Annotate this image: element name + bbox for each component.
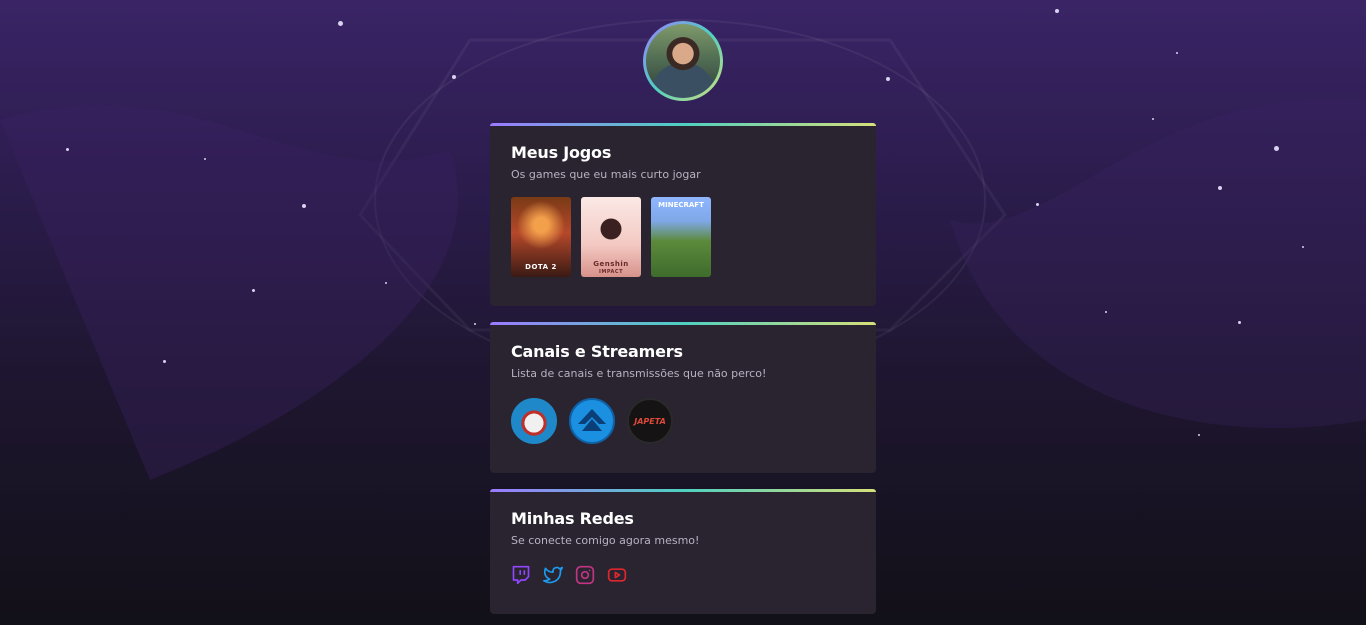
streamer-avatar-3[interactable]: JAPETA [627, 398, 673, 444]
star [1238, 321, 1241, 324]
game-dota2-cover[interactable]: DOTA 2 [511, 197, 571, 277]
star [1218, 186, 1222, 190]
star [1274, 146, 1279, 151]
star [385, 282, 387, 284]
game-genshin-cover[interactable]: Genshin IMPACT [581, 197, 641, 277]
star [1176, 52, 1178, 54]
streamers-list: JAPETA [511, 398, 855, 444]
card-title: Minhas Redes [511, 509, 634, 528]
profile-photo [646, 24, 720, 98]
game-label: DOTA 2 [525, 263, 557, 271]
star [886, 77, 890, 81]
star [1105, 311, 1107, 313]
game-minecraft-cover[interactable]: MINECRAFT [651, 197, 711, 277]
card-title: Canais e Streamers [511, 342, 683, 361]
star [474, 323, 476, 325]
game-label-sub: IMPACT [599, 269, 623, 275]
twitter-icon[interactable] [543, 565, 563, 585]
star [338, 21, 343, 26]
card-canais-streamers: Canais e Streamers Lista de canais e tra… [490, 322, 876, 473]
star [1036, 203, 1039, 206]
card-meus-jogos: Meus Jogos Os games que eu mais curto jo… [490, 123, 876, 306]
star [1302, 246, 1304, 248]
star [452, 75, 456, 79]
profile-avatar [643, 21, 723, 101]
card-subtitle: Se conecte comigo agora mesmo! [511, 534, 700, 547]
card-subtitle: Lista de canais e transmissões que não p… [511, 367, 767, 380]
star [163, 360, 166, 363]
game-label: MINECRAFT [658, 201, 704, 209]
card-subtitle: Os games que eu mais curto jogar [511, 168, 701, 181]
card-minhas-redes: Minhas Redes Se conecte comigo agora mes… [490, 489, 876, 614]
star [204, 158, 206, 160]
star [1055, 9, 1059, 13]
star [66, 148, 69, 151]
twitch-icon[interactable] [511, 565, 531, 585]
star [252, 289, 255, 292]
game-label: Genshin [593, 260, 629, 268]
social-links [511, 565, 855, 585]
card-title: Meus Jogos [511, 143, 612, 162]
streamer-label: JAPETA [634, 416, 666, 426]
youtube-icon[interactable] [607, 565, 627, 585]
streamer-avatar-1[interactable] [511, 398, 557, 444]
instagram-icon[interactable] [575, 565, 595, 585]
star [1152, 118, 1154, 120]
chevron-up-icon [578, 409, 606, 431]
streamer-avatar-2[interactable] [569, 398, 615, 444]
star [1198, 434, 1200, 436]
games-list: DOTA 2 Genshin IMPACT MINECRAFT [511, 197, 855, 277]
star [302, 204, 306, 208]
